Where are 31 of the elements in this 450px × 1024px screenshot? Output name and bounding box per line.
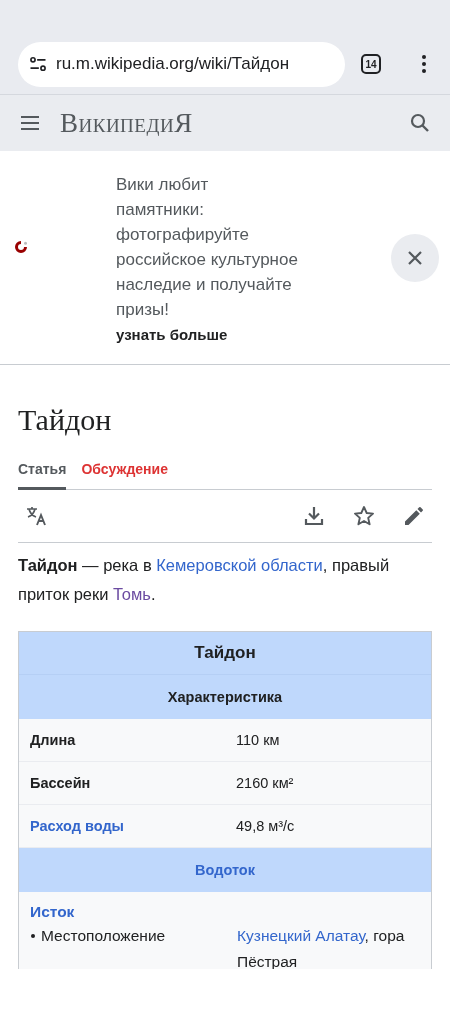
infobox-value: 2160 км²: [236, 775, 295, 791]
tab-count-button[interactable]: 14: [361, 54, 381, 74]
infobox-value: 49,8 м³/с: [236, 818, 296, 834]
infobox-label: Длина: [30, 732, 77, 748]
bullet-icon: [31, 934, 35, 938]
close-button[interactable]: [391, 233, 439, 282]
address-bar[interactable]: ru.m.wikipedia.org/wiki/Тайдон: [18, 41, 345, 87]
link[interactable]: Кемеровской области: [156, 556, 323, 574]
wikipedia-logo[interactable]: ВикипедиЯ: [60, 107, 193, 139]
translate-icon[interactable]: [24, 504, 48, 528]
infobox-value: 110 км: [236, 732, 281, 748]
infobox-label: Бассейн: [30, 775, 92, 791]
pencil-icon[interactable]: [402, 504, 426, 528]
page-title: Тайдон: [18, 402, 112, 438]
tab[interactable]: Статья: [18, 457, 67, 490]
download-icon[interactable]: [302, 504, 326, 528]
infobox-section-link[interactable]: Водоток: [19, 848, 431, 892]
infobox-label-link[interactable]: Расход воды: [30, 818, 236, 834]
infobox-label: Местоположение: [41, 926, 166, 946]
banner-message: Вики любит памятники: фотографируйте российское культурное наследие и получайте призы!: [116, 174, 299, 321]
link[interactable]: Кузнецкий Алатау: [237, 927, 365, 944]
link[interactable]: Томь: [113, 585, 151, 603]
infobox-subheader-link[interactable]: Исток: [19, 892, 431, 921]
infobox-title: Тайдон: [19, 632, 431, 675]
star-icon[interactable]: [352, 504, 376, 528]
url-text: ru.m.wikipedia.org/wiki/Тайдон: [56, 54, 290, 74]
intro-paragraph: Тайдон — река в Кемеровской области, правый приток реки Томь.: [18, 555, 391, 605]
infobox-header: Характеристика: [19, 675, 431, 719]
learn-more-link[interactable]: узнать больше: [116, 326, 299, 343]
tune-icon[interactable]: [28, 54, 48, 74]
tab[interactable]: Обсуждение: [81, 457, 168, 490]
